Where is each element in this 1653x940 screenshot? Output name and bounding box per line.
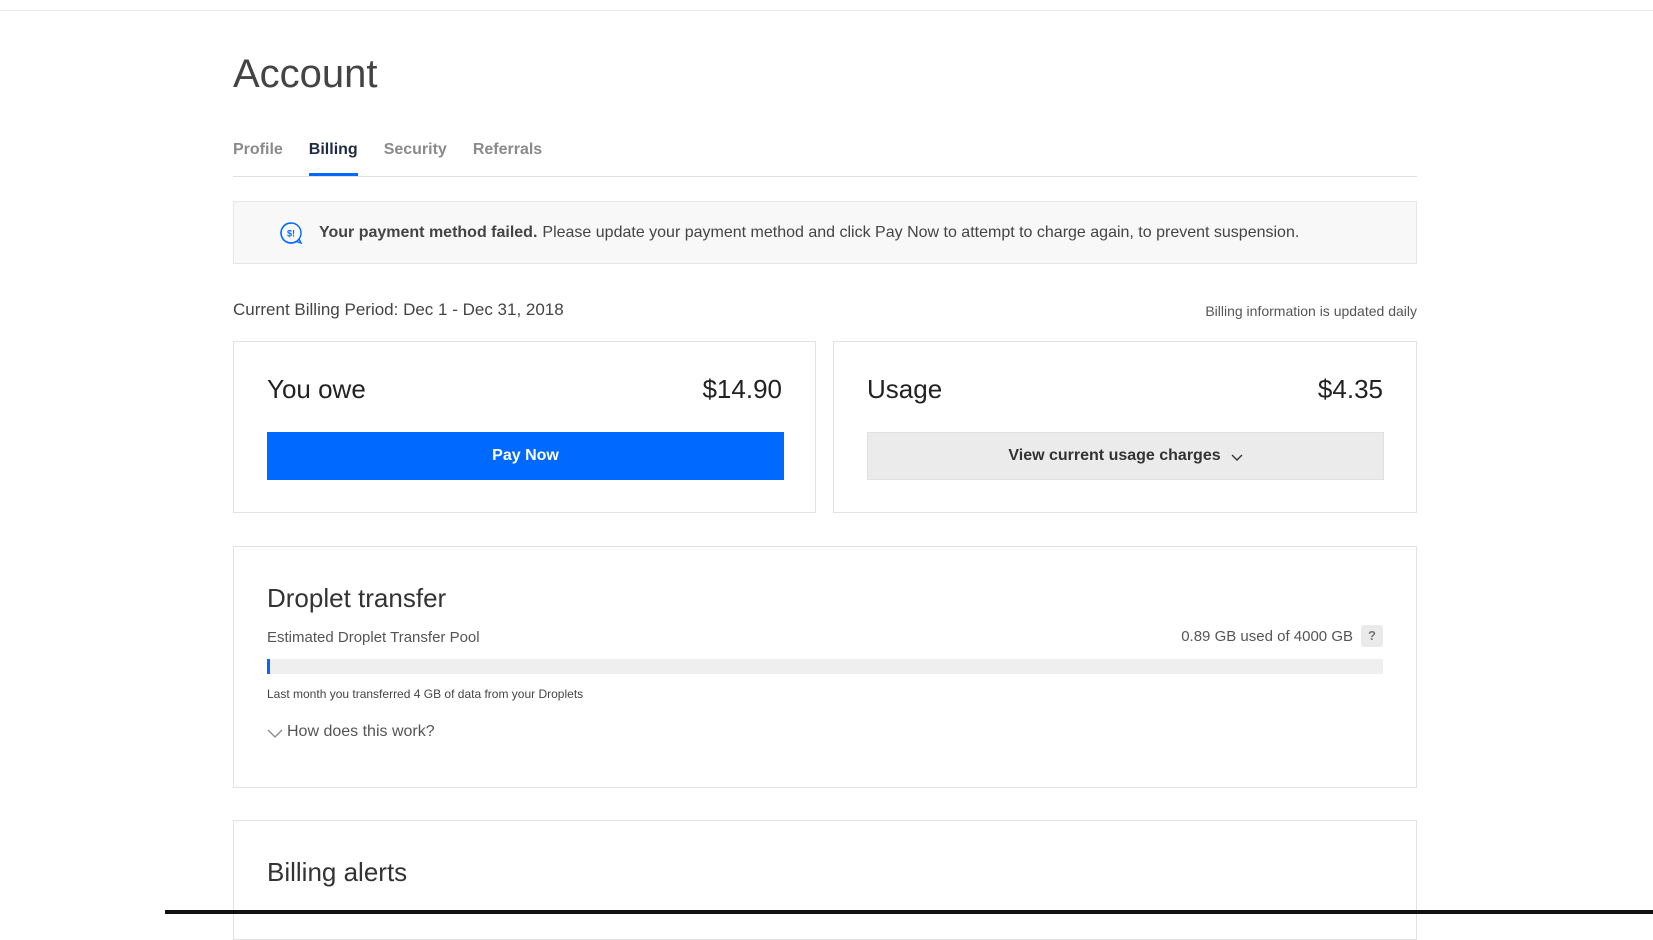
- view-usage-charges-button[interactable]: View current usage charges: [867, 432, 1384, 480]
- billing-update-note: Billing information is updated daily: [1205, 303, 1417, 319]
- alert-strong-text: Your payment method failed.: [319, 223, 538, 241]
- usage-label: Usage: [867, 373, 943, 404]
- billing-period: Current Billing Period: Dec 1 - Dec 31, …: [233, 300, 564, 319]
- billing-alerts-card: Billing alerts: [233, 820, 1417, 940]
- billing-alerts-title: Billing alerts: [267, 857, 408, 887]
- you-owe-amount: $14.90: [702, 373, 782, 404]
- how-does-this-work-label: How does this work?: [287, 723, 435, 740]
- billing-alert-icon: $!: [279, 221, 303, 245]
- transfer-pool-value: 0.89 GB used of 4000 GB: [1181, 627, 1353, 645]
- account-tabs: Profile Billing Security Referrals: [233, 132, 1417, 177]
- chevron-down-icon: [267, 726, 283, 738]
- droplet-transfer-card: Droplet transfer Estimated Droplet Trans…: [233, 546, 1417, 788]
- transfer-pool-value-group: 0.89 GB used of 4000 GB ?: [1181, 625, 1383, 647]
- last-month-transfer: Last month you transferred 4 GB of data …: [267, 687, 584, 701]
- you-owe-card: You owe $14.90 Pay Now: [233, 341, 816, 513]
- bottom-edge-bar: [165, 910, 1653, 914]
- help-icon[interactable]: ?: [1361, 625, 1383, 647]
- payment-failed-alert: $! Your payment method failed. Please up…: [233, 201, 1417, 264]
- usage-header: Usage $4.35: [867, 372, 1383, 406]
- svg-text:$!: $!: [287, 228, 295, 238]
- you-owe-header: You owe $14.90: [267, 372, 782, 406]
- how-does-this-work-toggle[interactable]: How does this work?: [267, 723, 435, 741]
- billing-period-row: Current Billing Period: Dec 1 - Dec 31, …: [233, 300, 1417, 322]
- droplet-transfer-title: Droplet transfer: [267, 583, 447, 613]
- usage-amount: $4.35: [1317, 373, 1383, 404]
- top-divider: [0, 10, 1653, 11]
- alert-message: Please update your payment method and cl…: [542, 223, 1300, 241]
- tab-referrals[interactable]: Referrals: [473, 132, 542, 176]
- view-usage-charges-label: View current usage charges: [1008, 447, 1221, 464]
- tab-profile[interactable]: Profile: [233, 132, 283, 176]
- tab-billing[interactable]: Billing: [308, 132, 358, 176]
- transfer-progress-fill: [267, 659, 270, 674]
- pay-now-button[interactable]: Pay Now: [267, 432, 784, 480]
- page-title: Account: [233, 52, 378, 96]
- chevron-down-icon: [1231, 450, 1243, 462]
- transfer-progress-bar: [267, 659, 1383, 674]
- usage-card: Usage $4.35 View current usage charges: [833, 341, 1417, 513]
- you-owe-label: You owe: [267, 373, 366, 404]
- transfer-pool-label: Estimated Droplet Transfer Pool: [267, 629, 480, 646]
- tab-security[interactable]: Security: [384, 132, 447, 176]
